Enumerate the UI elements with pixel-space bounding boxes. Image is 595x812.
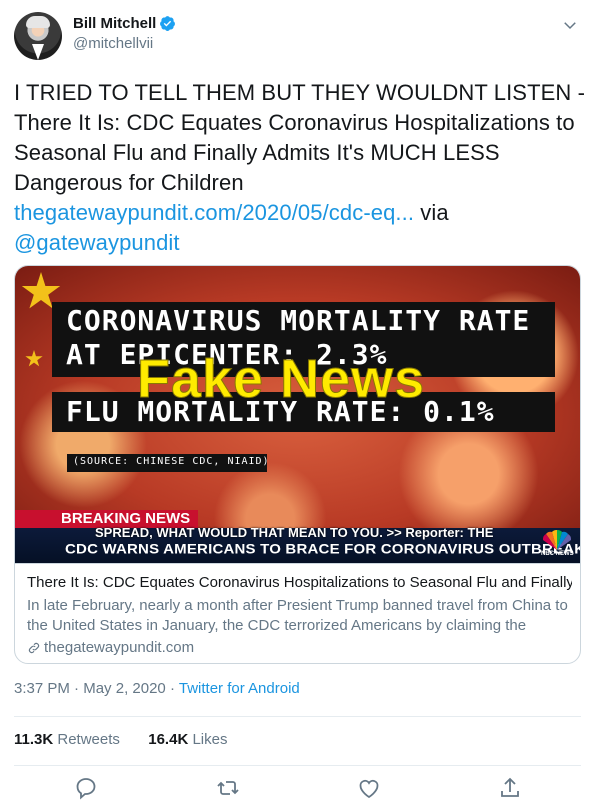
card-domain-row: thegatewaypundit.com (27, 638, 572, 658)
meta-separator: · (74, 680, 80, 697)
tweet-actions (14, 776, 581, 802)
tweet-source[interactable]: Twitter for Android (179, 680, 300, 697)
divider (14, 716, 581, 717)
retweets-count: 11.3K (14, 731, 54, 748)
card-description: In late February, nearly a month after P… (27, 597, 568, 634)
like-icon[interactable] (357, 776, 381, 800)
tweet-body: I TRIED TO TELL THEM BUT THEY WOULDNT LI… (14, 80, 586, 195)
retweets-label: Retweets (57, 731, 120, 748)
mention-link[interactable]: @gatewaypundit (14, 230, 180, 255)
verified-badge-icon (160, 16, 176, 31)
handle[interactable]: @mitchellvii (73, 35, 176, 52)
reply-icon[interactable] (74, 776, 98, 800)
via-text: via (420, 200, 449, 225)
share-icon[interactable] (498, 776, 522, 800)
ticker-subtitle: SPREAD, WHAT WOULD THAT MEAN TO YOU. >> … (95, 525, 494, 540)
link-icon (28, 642, 40, 654)
author-block[interactable]: Bill Mitchell @mitchellvii (73, 15, 176, 52)
image-line-1: CORONAVIRUS MORTALITY RATE (66, 304, 531, 337)
likes-label: Likes (192, 731, 228, 748)
image-source-block: (SOURCE: CHINESE CDC, NIAID) (67, 454, 270, 472)
chevron-down-icon[interactable] (561, 16, 579, 34)
image-source: (SOURCE: CHINESE CDC, NIAID) (73, 456, 270, 467)
likes-count: 16.4K (148, 731, 189, 748)
network-label: NBC NEWS (541, 551, 574, 557)
link-card[interactable]: CORONAVIRUS MORTALITY RATE AT EPICENTER:… (14, 265, 581, 664)
tweet-stats: 11.3K Retweets 16.4K Likes (14, 731, 227, 748)
tweet-link[interactable]: thegatewaypundit.com/2020/05/cdc-eq... (14, 200, 414, 225)
tweet-date[interactable]: May 2, 2020 (83, 680, 166, 697)
card-body[interactable]: There It Is: CDC Equates Coronavirus Hos… (15, 563, 580, 663)
tweet-meta: 3:37 PM · May 2, 2020 · Twitter for Andr… (14, 680, 300, 697)
display-name[interactable]: Bill Mitchell (73, 15, 156, 32)
card-title[interactable]: There It Is: CDC Equates Coronavirus Hos… (27, 573, 572, 593)
flag-small-star-icon (25, 350, 43, 367)
likes-stat[interactable]: 16.4K Likes (148, 731, 227, 748)
meta-separator-2: · (169, 680, 175, 697)
retweet-icon[interactable] (216, 776, 240, 800)
divider-2 (14, 765, 581, 766)
author-name-row[interactable]: Bill Mitchell (73, 15, 176, 32)
card-domain: thegatewaypundit.com (44, 639, 195, 656)
avatar[interactable] (14, 12, 62, 60)
tweet-time[interactable]: 3:37 PM (14, 680, 70, 697)
fake-news-overlay: Fake News (136, 349, 426, 410)
tweet-header: Bill Mitchell @mitchellvii (14, 12, 581, 62)
tweet-text: I TRIED TO TELL THEM BUT THEY WOULDNT LI… (14, 78, 586, 258)
card-image[interactable]: CORONAVIRUS MORTALITY RATE AT EPICENTER:… (15, 266, 581, 563)
retweets-stat[interactable]: 11.3K Retweets (14, 731, 120, 748)
ticker-headline: CDC WARNS AMERICANS TO BRACE FOR CORONAV… (65, 541, 581, 558)
